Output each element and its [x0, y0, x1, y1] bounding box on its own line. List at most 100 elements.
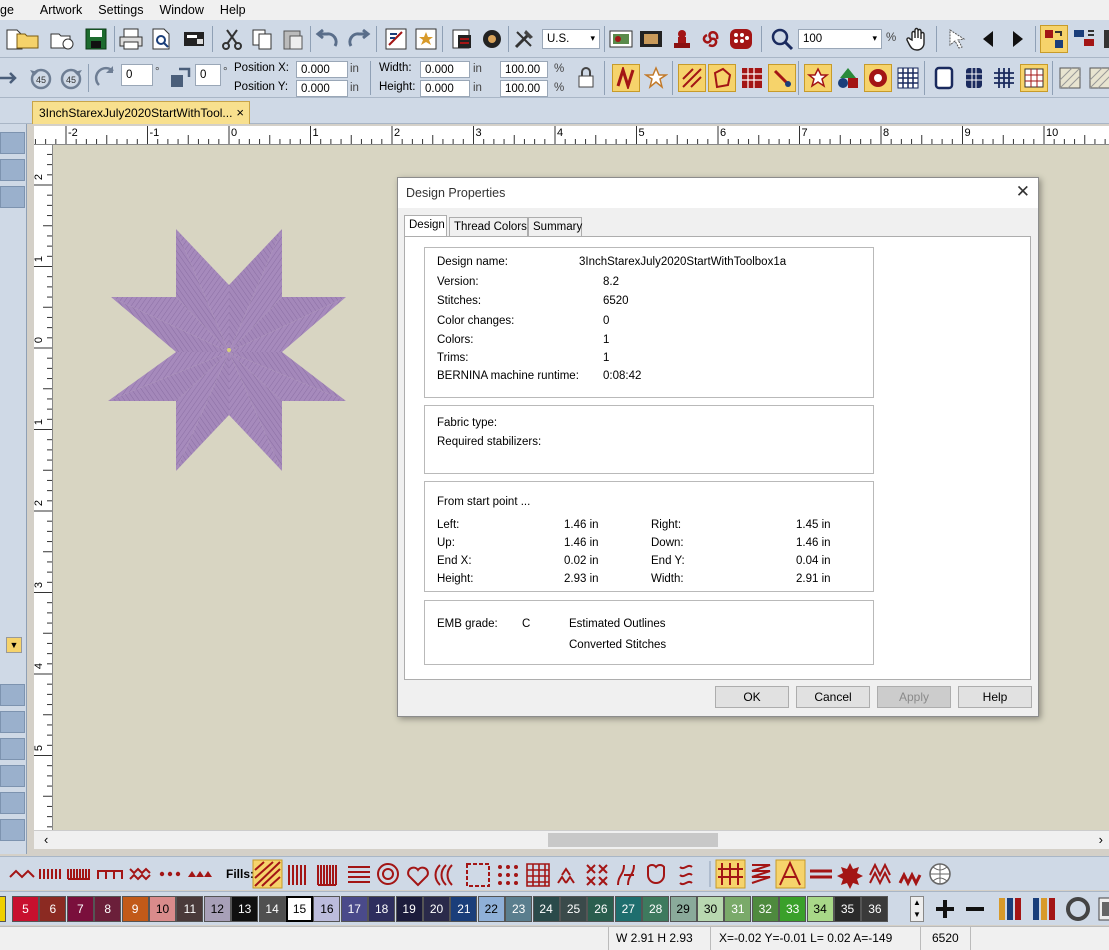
film-icon[interactable] — [637, 25, 665, 53]
color-swatch-18[interactable]: 18 — [368, 896, 396, 922]
color-swatch-25[interactable]: 25 — [560, 896, 587, 922]
tab-summary[interactable]: Summary — [528, 217, 582, 237]
cut-icon[interactable] — [218, 25, 246, 53]
color-swatch-9[interactable]: 9 — [121, 896, 149, 922]
zoom-icon[interactable] — [768, 25, 796, 53]
document-tab[interactable]: 3InchStarexJuly2020StartWithTool... × — [32, 101, 250, 124]
docker-tab[interactable] — [0, 765, 25, 787]
color-swatch-14[interactable]: 14 — [258, 896, 286, 922]
rotate-free-icon[interactable] — [92, 64, 120, 92]
close-icon[interactable]: ✕ — [1016, 182, 1030, 202]
zoom-select[interactable]: 100 ▾ — [798, 29, 882, 49]
color-swatch-6[interactable]: 6 — [39, 896, 67, 922]
color-swatch-22[interactable]: 22 — [477, 896, 505, 922]
docker-tab[interactable] — [0, 711, 25, 733]
color-swatch-13[interactable]: 13 — [231, 896, 259, 922]
background-icon[interactable] — [1056, 64, 1084, 92]
spool-icon[interactable] — [1092, 895, 1109, 923]
fill-pattern-icon[interactable] — [678, 64, 706, 92]
color-sort-icon[interactable] — [1040, 25, 1068, 53]
thread-chart-icon[interactable] — [996, 895, 1024, 923]
select-arrow-icon[interactable] — [944, 25, 972, 53]
dialog-title-bar[interactable]: Design Properties ✕ — [398, 178, 1038, 208]
save-icon[interactable] — [82, 25, 110, 53]
menu-settings[interactable]: Settings — [92, 3, 153, 17]
thread-colors-icon[interactable] — [1030, 895, 1058, 923]
color-swatch-28[interactable]: 28 — [642, 896, 670, 922]
realistic-view-icon[interactable] — [607, 25, 635, 53]
hoop-icon[interactable] — [930, 64, 958, 92]
grid-fill-icon[interactable] — [894, 64, 922, 92]
color-swatch-24[interactable]: 24 — [532, 896, 560, 922]
color-swatch-26[interactable]: 26 — [587, 896, 615, 922]
color-swatch-20[interactable]: 20 — [423, 896, 450, 922]
star-shape-icon[interactable] — [642, 64, 670, 92]
fabric-texture-icon[interactable] — [1086, 64, 1109, 92]
color-swatch-27[interactable]: 27 — [614, 896, 642, 922]
units-select[interactable]: U.S. ▾ — [542, 29, 600, 49]
rotate-angle-input[interactable]: 0 — [121, 64, 153, 86]
color-swatch-21[interactable]: 21 — [450, 896, 478, 922]
rotate-right-45-icon[interactable]: 45 — [57, 64, 85, 92]
color-swatch-30[interactable]: 30 — [697, 896, 724, 922]
scroll-left-icon[interactable]: ‹ — [44, 832, 48, 847]
color-swatch-11[interactable]: 11 — [176, 896, 204, 922]
color-swatch-5[interactable]: 5 — [12, 896, 39, 922]
color-swatch-31[interactable]: 31 — [724, 896, 752, 922]
docker-tab[interactable] — [0, 159, 25, 181]
height-input[interactable]: 0.000 — [420, 80, 470, 97]
docker-tab[interactable] — [0, 819, 25, 841]
lock-icon[interactable] — [572, 64, 600, 92]
color-swatch-8[interactable]: 8 — [94, 896, 122, 922]
convert-icon[interactable] — [382, 25, 410, 53]
color-swatch-15[interactable]: 15 — [286, 896, 313, 922]
menu-help[interactable]: Help — [214, 3, 256, 17]
menu-page[interactable]: ge — [0, 3, 24, 17]
palette-scroll-icon[interactable]: ▲ ▼ — [910, 896, 924, 922]
cancel-button[interactable]: Cancel — [796, 686, 870, 708]
tab-thread-colors[interactable]: Thread Colors — [449, 217, 528, 237]
docker-tab[interactable] — [0, 132, 25, 154]
position-x-input[interactable]: 0.000 — [296, 61, 348, 78]
add-color-icon[interactable] — [931, 895, 959, 923]
settings-gear-icon[interactable] — [478, 25, 506, 53]
horizontal-scrollbar[interactable]: ‹ › — [34, 830, 1109, 849]
undo-icon[interactable] — [314, 25, 342, 53]
docker-tab[interactable] — [0, 684, 25, 706]
color-swatch-19[interactable]: 19 — [395, 896, 423, 922]
properties-icon[interactable] — [448, 25, 476, 53]
overflow-icon[interactable] — [1096, 25, 1109, 53]
color-swatch-32[interactable]: 32 — [751, 896, 779, 922]
bead-icon[interactable] — [768, 64, 796, 92]
scrollbar-thumb[interactable] — [548, 833, 718, 847]
slant-angle-input[interactable]: 0 — [195, 64, 221, 86]
fabric-grid-icon[interactable] — [1020, 64, 1048, 92]
menu-artwork[interactable]: Artwork — [24, 3, 92, 17]
applique-icon[interactable] — [864, 64, 892, 92]
color-swatch-29[interactable]: 29 — [669, 896, 697, 922]
open-folder-icon[interactable] — [14, 25, 42, 53]
hoop-grid-icon[interactable] — [960, 64, 988, 92]
open-recent-icon[interactable] — [48, 25, 76, 53]
shapes-icon[interactable] — [834, 64, 862, 92]
stamp-icon[interactable] — [668, 25, 696, 53]
swirl-icon[interactable] — [697, 25, 725, 53]
position-y-input[interactable]: 0.000 — [296, 80, 348, 97]
color-swatch-33[interactable]: 33 — [779, 896, 807, 922]
mirror-icon[interactable] — [0, 64, 24, 92]
embroidered-star-design[interactable] — [108, 229, 346, 471]
height-percent-input[interactable]: 100.00 — [500, 80, 548, 97]
color-swatch-34[interactable]: 34 — [806, 896, 834, 922]
satin-icon[interactable] — [612, 64, 640, 92]
color-swatch[interactable] — [0, 896, 6, 922]
remove-color-icon[interactable] — [961, 895, 989, 923]
ok-button[interactable]: OK — [715, 686, 789, 708]
copy-icon[interactable] — [248, 25, 276, 53]
grid-icon[interactable] — [990, 64, 1018, 92]
rotate-left-45-icon[interactable]: 45 — [27, 64, 55, 92]
pan-hand-icon[interactable] — [904, 25, 932, 53]
blackwork-icon[interactable] — [738, 64, 766, 92]
color-swatch-36[interactable]: 36 — [861, 896, 889, 922]
mosaic-icon[interactable] — [727, 25, 755, 53]
color-swatch-10[interactable]: 10 — [149, 896, 176, 922]
